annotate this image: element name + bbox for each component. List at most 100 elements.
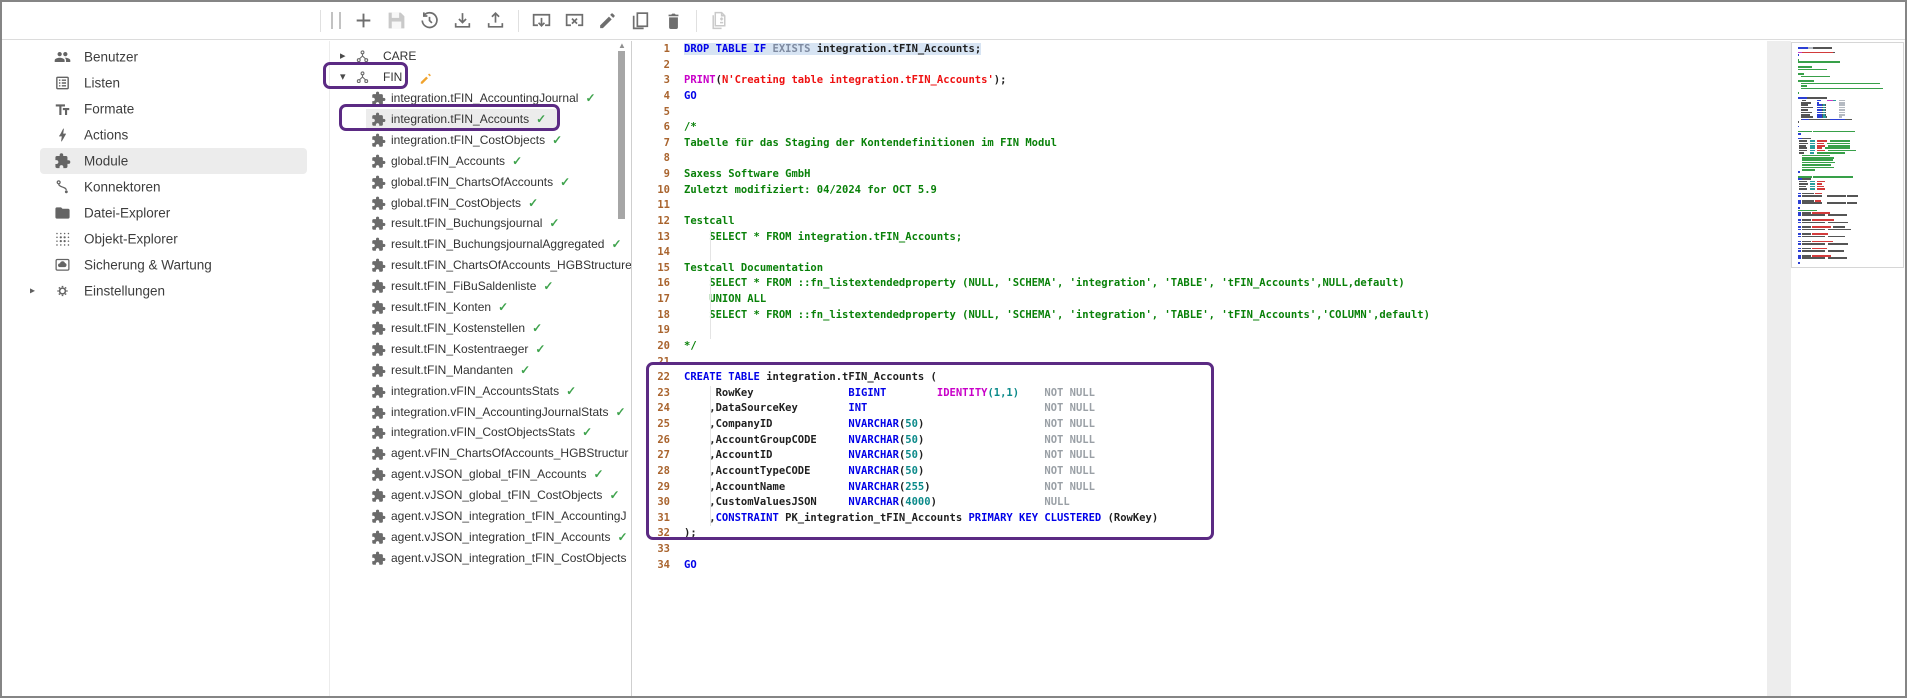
code-line[interactable]: 33 [633, 542, 1905, 558]
tree-item[interactable]: integration.vFIN_CostObjectsStats✓ [330, 422, 631, 443]
code-line[interactable]: 6/* [633, 120, 1905, 136]
sidebar-item-konnektoren[interactable]: Konnektoren [2, 175, 329, 199]
sidebar-item-sicherung-wartung[interactable]: Sicherung & Wartung [2, 253, 329, 277]
tree-item[interactable]: agent.vJSON_global_tFIN_CostObjects✓ [330, 485, 631, 506]
tree-item[interactable]: global.tFIN_CostObjects✓ [330, 193, 631, 214]
code-line[interactable]: 10Zuletzt modifiziert: 04/2024 for OCT 5… [633, 183, 1905, 199]
code-line[interactable]: 28 ,AccountTypeCODE NVARCHAR(50) NOT NUL… [633, 464, 1905, 480]
code-line[interactable]: 24 ,DataSourceKey INT NOT NULL [633, 401, 1905, 417]
chevron-right-icon[interactable]: ▸ [30, 286, 35, 297]
sidebar-item-formate[interactable]: Formate [2, 97, 329, 121]
tree-item[interactable]: result.tFIN_BuchungsjournalAggregated✓ [330, 234, 631, 255]
history-button[interactable] [419, 10, 440, 31]
minimap-line [1798, 250, 1901, 252]
tree-node-care[interactable]: ▸CARE [330, 46, 631, 67]
code-line[interactable]: 11 [633, 198, 1905, 214]
line-number: 32 [633, 526, 670, 542]
code-line[interactable]: 14 [633, 245, 1905, 261]
code-line[interactable]: 25 ,CompanyID NVARCHAR(50) NOT NULL [633, 417, 1905, 433]
code-line[interactable]: 17 UNION ALL [633, 292, 1905, 308]
install-module-button[interactable] [531, 10, 552, 31]
code-line[interactable]: 32); [633, 526, 1905, 542]
code-line[interactable]: 19 [633, 323, 1905, 339]
check-icon: ✓ [498, 300, 508, 314]
edit-button[interactable] [597, 10, 618, 31]
add-button[interactable] [353, 10, 374, 31]
code-line[interactable]: 13 SELECT * FROM integration.tFIN_Accoun… [633, 230, 1905, 246]
line-number: 23 [633, 386, 670, 402]
tree-item[interactable]: agent.vJSON_global_tFIN_Accounts✓ [330, 464, 631, 485]
minimap-line [1798, 102, 1901, 104]
upload-button[interactable] [485, 10, 506, 31]
chevron-right-icon[interactable]: ▸ [340, 46, 346, 67]
code-line[interactable]: 30 ,CustomValuesJSON NVARCHAR(4000) NULL [633, 495, 1905, 511]
sidebar-item-actions[interactable]: Actions [2, 123, 329, 147]
tree-item[interactable]: result.tFIN_Kostentraeger✓ [330, 339, 631, 360]
tree-item[interactable]: integration.vFIN_AccountsStats✓ [330, 381, 631, 402]
chevron-down-icon[interactable]: ▾ [340, 67, 346, 88]
code-line[interactable]: 23 RowKey BIGINT IDENTITY(1,1) NOT NULL [633, 386, 1905, 402]
code-token: NOT NULL [1044, 402, 1095, 414]
sidebar-item-datei-explorer[interactable]: Datei-Explorer [2, 201, 329, 225]
tree-item[interactable]: agent.vFIN_ChartsOfAccounts_HGBStructur [330, 443, 631, 464]
tree-item[interactable]: result.tFIN_Buchungsjournal✓ [330, 213, 631, 234]
code-line[interactable]: 9Saxess Software GmbH [633, 167, 1905, 183]
code-line[interactable]: 5 [633, 105, 1905, 121]
tree-item[interactable]: global.tFIN_ChartsOfAccounts✓ [330, 172, 631, 193]
drag-handle-icon[interactable] [331, 12, 341, 29]
code-line[interactable]: 22CREATE TABLE integration.tFIN_Accounts… [633, 370, 1905, 386]
delete-button[interactable] [663, 10, 684, 31]
sidebar-item-objekt-explorer[interactable]: Objekt-Explorer [2, 227, 329, 251]
uninstall-module-button[interactable] [564, 10, 585, 31]
code-lines[interactable]: 1DROP TABLE IF EXISTS integration.tFIN_A… [633, 42, 1905, 573]
download-button[interactable] [452, 10, 473, 31]
copy-button[interactable] [630, 10, 651, 31]
puzzle-icon [371, 133, 386, 148]
tree-item[interactable]: integration.vFIN_AccountingJournalStats✓ [330, 402, 631, 423]
code-line[interactable]: 3PRINT(N'Creating table integration.tFIN… [633, 73, 1905, 89]
code-line[interactable]: 7Tabelle für das Staging der Kontendefin… [633, 136, 1905, 152]
copy-icon [630, 10, 651, 31]
code-line[interactable]: 27 ,AccountID NVARCHAR(50) NOT NULL [633, 448, 1905, 464]
code-line[interactable]: 34GO [633, 558, 1905, 574]
minimap-line [1798, 104, 1901, 106]
sidebar-item-listen[interactable]: Listen [2, 71, 329, 95]
code-token: CREATE TABLE [684, 371, 766, 383]
tree-item[interactable]: integration.tFIN_CostObjects✓ [330, 130, 631, 151]
tree-item[interactable]: agent.vJSON_integration_tFIN_CostObjects [330, 548, 631, 569]
editor-scroll-gutter[interactable] [1767, 41, 1791, 696]
code-line[interactable]: 29 ,AccountName NVARCHAR(255) NOT NULL [633, 480, 1905, 496]
tree-item[interactable]: result.tFIN_ChartsOfAccounts_HGBStructur… [330, 255, 631, 276]
tree-item[interactable]: global.tFIN_Accounts✓ [330, 151, 631, 172]
minimap-line [1798, 145, 1901, 147]
code-line[interactable]: 21 [633, 355, 1905, 371]
tree-item[interactable]: result.tFIN_Mandanten✓ [330, 360, 631, 381]
tree-item[interactable]: integration.tFIN_AccountingJournal✓ [330, 88, 631, 109]
code-minimap[interactable] [1791, 42, 1904, 268]
tree-item[interactable]: agent.vJSON_integration_tFIN_AccountingJ [330, 506, 631, 527]
code-token: NOT NULL [1044, 481, 1095, 493]
sidebar-item-benutzer[interactable]: Benutzer [2, 45, 329, 69]
code-line[interactable]: 15Testcall Documentation [633, 261, 1905, 277]
tree-item[interactable]: result.tFIN_FiBuSaldenliste✓ [330, 276, 631, 297]
code-line[interactable]: 2 [633, 58, 1905, 74]
sql-editor[interactable]: 1DROP TABLE IF EXISTS integration.tFIN_A… [633, 41, 1905, 696]
code-line[interactable]: 1DROP TABLE IF EXISTS integration.tFIN_A… [633, 42, 1905, 58]
tree-item[interactable]: agent.vJSON_integration_tFIN_Accounts✓ [330, 527, 631, 548]
code-line[interactable]: 26 ,AccountGroupCODE NVARCHAR(50) NOT NU… [633, 433, 1905, 449]
code-line[interactable]: 31 ,CONSTRAINT PK_integration_tFIN_Accou… [633, 511, 1905, 527]
tree-node-fin[interactable]: ▾FIN [330, 67, 631, 88]
code-line[interactable]: 8 [633, 151, 1905, 167]
code-line[interactable]: 16 SELECT * FROM ::fn_listextendedproper… [633, 276, 1905, 292]
code-line[interactable]: 18 SELECT * FROM ::fn_listextendedproper… [633, 308, 1905, 324]
code-line[interactable]: 12Testcall [633, 214, 1905, 230]
code-token: NVARCHAR [848, 465, 899, 477]
sidebar-item-module[interactable]: Module [2, 149, 329, 173]
code-line[interactable]: 20*/ [633, 339, 1905, 355]
sidebar-item-einstellungen[interactable]: ▸Einstellungen [2, 279, 329, 303]
tree-item-label: result.tFIN_Kostenstellen [391, 321, 525, 335]
tree-item[interactable]: integration.tFIN_Accounts✓ [330, 109, 631, 130]
tree-item[interactable]: result.tFIN_Konten✓ [330, 297, 631, 318]
code-line[interactable]: 4GO [633, 89, 1905, 105]
tree-item[interactable]: result.tFIN_Kostenstellen✓ [330, 318, 631, 339]
